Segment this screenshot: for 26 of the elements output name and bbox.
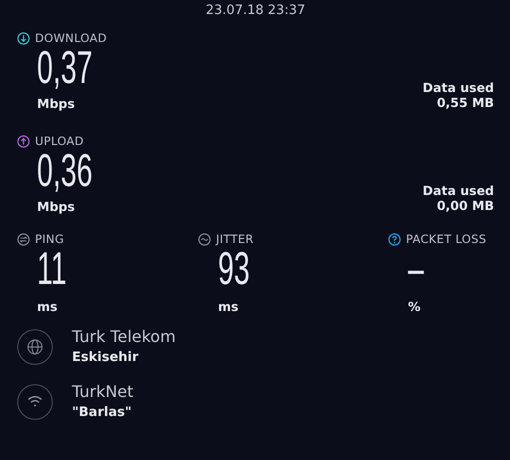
timestamp: 23.07.18 23:37 — [206, 3, 306, 18]
speed-unit: Mbps — [37, 96, 75, 111]
metric-unit: ms — [218, 299, 238, 314]
connection-name: Turk Telekom — [72, 328, 176, 346]
metric-label: PING — [35, 232, 64, 246]
speed-label: UPLOAD — [35, 134, 84, 148]
globe-icon — [17, 328, 53, 364]
connection-detail: "Barlas" — [72, 405, 132, 420]
wifi-icon — [17, 384, 53, 420]
speed-value: 0,37 — [37, 45, 92, 89]
speed-value: 0,36 — [37, 148, 92, 192]
metric-label: PACKET LOSS — [406, 232, 486, 246]
connection-detail: Eskisehir — [72, 350, 138, 365]
connection-name: TurkNet — [72, 383, 134, 401]
speed-unit: Mbps — [37, 199, 75, 214]
metric-unit: % — [408, 299, 421, 314]
metric-value: 93 — [218, 246, 250, 290]
data-used-label: Data used — [422, 183, 494, 198]
data-used-label: Data used — [422, 80, 494, 95]
metric-unit: ms — [37, 299, 58, 314]
metric-value: 11 — [37, 246, 67, 290]
metric-label: JITTER — [216, 232, 254, 246]
metric-value: – — [408, 246, 424, 290]
data-used-value: 0,55 MB — [436, 95, 494, 110]
data-used-value: 0,00 MB — [436, 198, 494, 213]
speed-label: DOWNLOAD — [35, 31, 107, 45]
